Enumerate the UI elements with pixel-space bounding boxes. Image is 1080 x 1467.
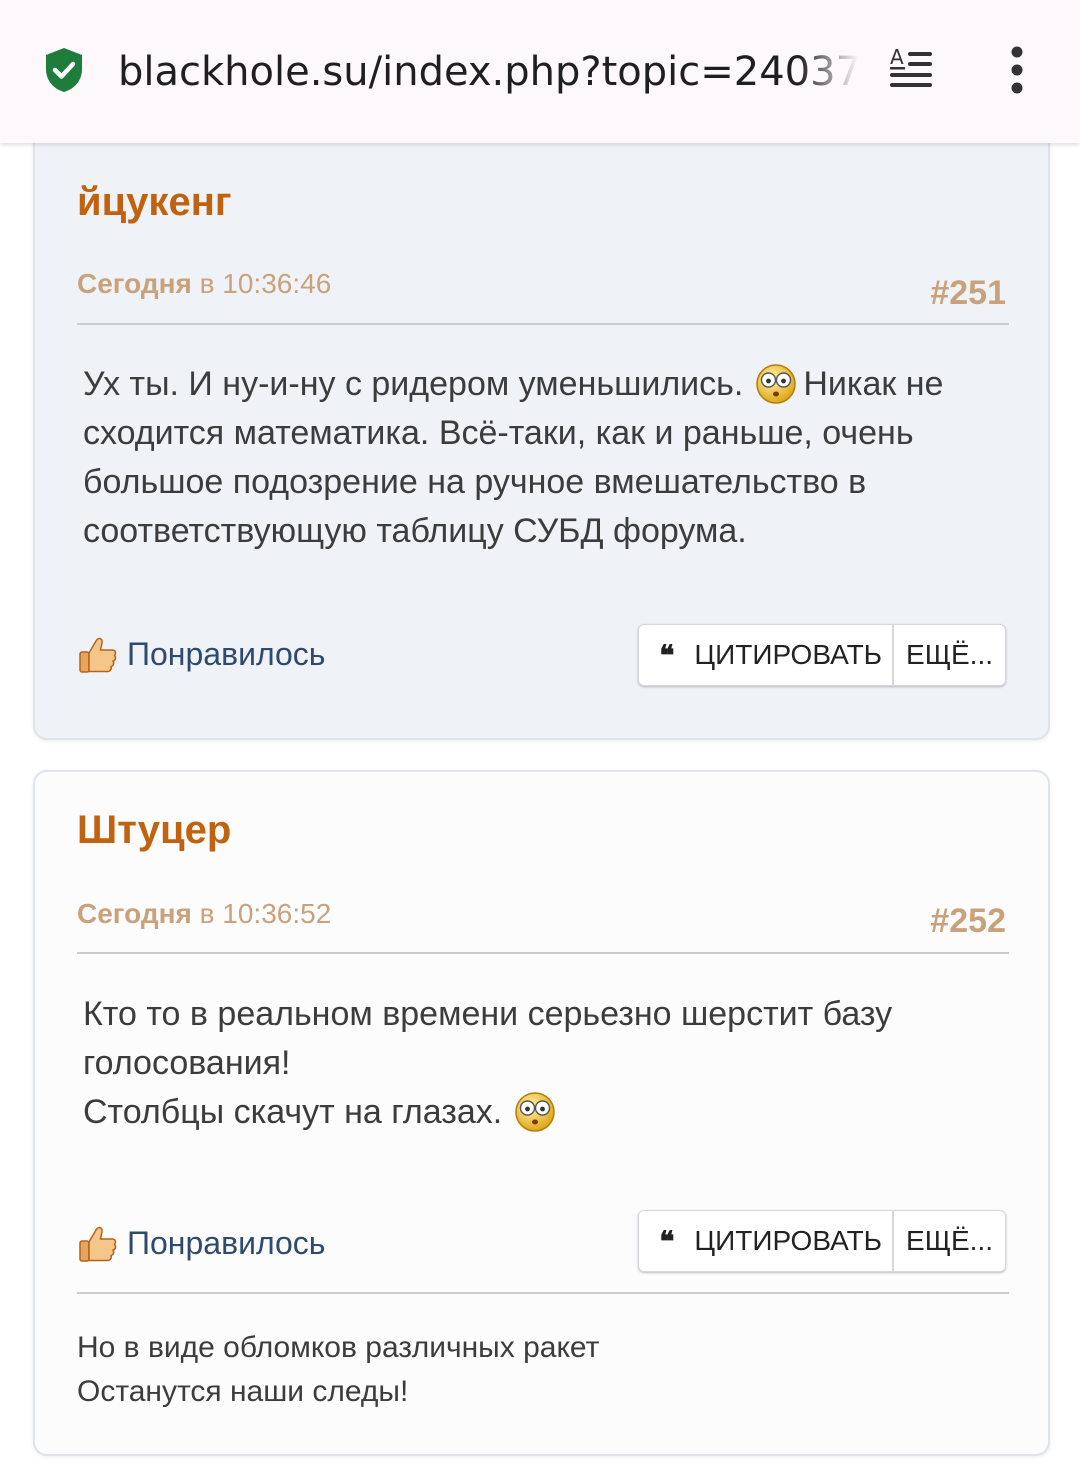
post-line: сходится математика. Всё-таки, как и ран… bbox=[83, 414, 914, 452]
url-field[interactable]: blackhole.su/index.php?topic=24037 bbox=[118, 44, 858, 100]
post-author[interactable]: Штуцер bbox=[77, 808, 231, 853]
post-text: Никак не bbox=[803, 365, 944, 403]
post-line: голосования! bbox=[83, 1044, 291, 1082]
quote-button[interactable]: ❝ ЦИТИРОВАТЬ bbox=[639, 625, 895, 685]
shocked-smiley-icon bbox=[515, 1092, 555, 1132]
like-button[interactable]: Понравилось bbox=[77, 1222, 325, 1264]
post-line: Кто то в реальном времени серьезно шерст… bbox=[83, 995, 893, 1033]
like-button[interactable]: Понравилось bbox=[77, 633, 325, 675]
user-signature: Но в виде обломков различных ракет Остан… bbox=[77, 1326, 997, 1414]
quote-label: ЦИТИРОВАТЬ bbox=[694, 1225, 883, 1256]
post-author[interactable]: йцукенг bbox=[77, 180, 232, 225]
post-text: Ух ты. И ну-и-ну с ридером уменьшились. bbox=[83, 365, 744, 403]
date-word: Сегодня bbox=[77, 268, 192, 299]
header-divider bbox=[77, 952, 1009, 954]
post-time: 10:36:52 bbox=[222, 898, 332, 929]
quote-icon: ❝ bbox=[659, 638, 675, 672]
post-line: Ух ты. И ну-и-ну с ридером уменьшились. … bbox=[83, 360, 1003, 409]
date-word: Сегодня bbox=[77, 898, 192, 929]
post-body: Кто то в реальном времени серьезно шерст… bbox=[83, 990, 1003, 1137]
thumbs-up-icon bbox=[79, 637, 117, 673]
more-button[interactable]: ЕЩЁ... bbox=[894, 1211, 1005, 1271]
browser-toolbar: blackhole.su/index.php?topic=24037 A bbox=[0, 0, 1080, 143]
signature-divider bbox=[77, 1292, 1009, 1294]
post-actions: ❝ ЦИТИРОВАТЬ ЕЩЁ... bbox=[638, 624, 1006, 686]
post-line: соответствующую таблицу СУБД форума. bbox=[83, 512, 747, 550]
post-date: Сегодня в 10:36:52 bbox=[77, 898, 331, 930]
forum-post: Штуцер Сегодня в 10:36:52 #252 Кто то в … bbox=[33, 770, 1050, 1456]
signature-line: Останутся наши следы! bbox=[77, 1375, 409, 1408]
post-time: 10:36:46 bbox=[222, 268, 332, 299]
header-divider bbox=[77, 323, 1009, 325]
forum-post: йцукенг Сегодня в 10:36:46 #251 Ух ты. И… bbox=[33, 126, 1050, 740]
like-label: Понравилось bbox=[127, 635, 326, 672]
more-button[interactable]: ЕЩЁ... bbox=[894, 625, 1005, 685]
svg-text:A: A bbox=[890, 45, 904, 69]
post-number-link[interactable]: #251 bbox=[930, 274, 1006, 313]
date-separator: в bbox=[191, 898, 223, 929]
post-date: Сегодня в 10:36:46 bbox=[77, 268, 331, 300]
quote-label: ЦИТИРОВАТЬ bbox=[694, 639, 883, 670]
post-text: Столбцы скачут на глазах. bbox=[83, 1093, 503, 1131]
quote-icon: ❝ bbox=[659, 1224, 675, 1258]
post-line: Столбцы скачут на глазах. bbox=[83, 1088, 1003, 1137]
reader-mode-icon[interactable]: A bbox=[886, 44, 938, 92]
post-actions: ❝ ЦИТИРОВАТЬ ЕЩЁ... bbox=[638, 1210, 1006, 1272]
quote-button[interactable]: ❝ ЦИТИРОВАТЬ bbox=[639, 1211, 895, 1271]
shield-check-icon[interactable] bbox=[42, 46, 86, 94]
kebab-menu-icon[interactable] bbox=[1002, 44, 1032, 96]
shocked-smiley-icon bbox=[756, 364, 797, 404]
post-line: большое подозрение на ручное вмешательст… bbox=[83, 463, 867, 501]
post-body: Ух ты. И ну-и-ну с ридером уменьшились. … bbox=[83, 360, 1003, 556]
thumbs-up-icon bbox=[79, 1226, 117, 1262]
like-label: Понравилось bbox=[127, 1224, 326, 1261]
signature-line: Но в виде обломков различных ракет bbox=[77, 1331, 600, 1364]
post-number-link[interactable]: #252 bbox=[930, 902, 1006, 941]
date-separator: в bbox=[191, 268, 223, 299]
